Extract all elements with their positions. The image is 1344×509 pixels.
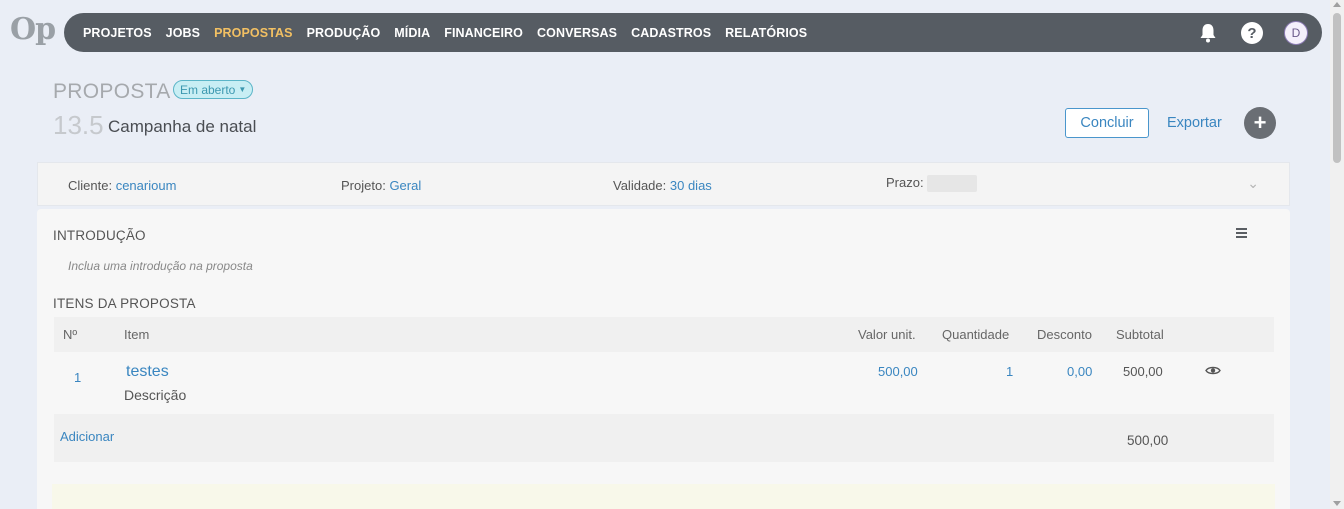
items-footer: Adicionar 500,00 (54, 414, 1274, 462)
help-icon-wrapper[interactable]: ? (1240, 21, 1264, 45)
top-navbar: PROJETOS JOBS PROPOSTAS PRODUÇÃO MÍDIA F… (64, 13, 1322, 52)
avatar: D (1284, 21, 1308, 45)
scroll-thumb[interactable] (1333, 13, 1341, 163)
projeto-field: Projeto: Geral (341, 178, 421, 193)
plus-icon: + (1253, 110, 1267, 135)
items-total: 500,00 (1127, 433, 1169, 448)
expand-chevron-icon[interactable]: ⌄ (1247, 175, 1259, 192)
projeto-link[interactable]: Geral (389, 178, 421, 193)
app-logo[interactable]: Op (10, 12, 56, 47)
concluir-button[interactable]: Concluir (1065, 108, 1149, 138)
add-item-link[interactable]: Adicionar (60, 429, 114, 444)
status-badge[interactable]: Em aberto ▼ (173, 80, 254, 99)
col-quantidade: Quantidade (942, 327, 1010, 342)
item-subtotal: 500,00 (1123, 364, 1163, 379)
proposal-card: INTRODUÇÃO Inclua uma introdução na prop… (37, 209, 1290, 509)
bell-icon[interactable] (1196, 21, 1220, 45)
col-desconto: Desconto (1037, 327, 1092, 342)
col-num: Nº (63, 327, 78, 342)
nav-item-cadastros[interactable]: CADASTROS (631, 26, 711, 40)
nav-item-producao[interactable]: PRODUÇÃO (307, 26, 381, 40)
prazo-field: Prazo: (886, 175, 978, 193)
col-item: Item (124, 327, 150, 342)
chevron-down-icon: ▼ (238, 85, 247, 94)
cliente-label: Cliente: (68, 178, 113, 193)
nav-right-actions: ? D (1176, 21, 1308, 45)
menu-icon[interactable] (1236, 228, 1250, 242)
page-title[interactable]: Campanha de natal (108, 117, 256, 137)
col-subtotal: Subtotal (1116, 327, 1164, 342)
nav-item-propostas[interactable]: PROPOSTAS (214, 26, 292, 40)
cliente-link[interactable]: cenarioum (116, 178, 177, 193)
add-button[interactable]: + (1244, 107, 1276, 139)
item-name[interactable]: testes (126, 363, 169, 381)
proposal-info-bar: Cliente: cenarioum Projeto: Geral Valida… (37, 162, 1290, 206)
validade-link[interactable]: 30 dias (670, 178, 712, 193)
validade-label: Validade: (613, 178, 667, 193)
table-row: 1 testes Descrição 500,00 1 0,00 500,00 (54, 352, 1274, 414)
exportar-button[interactable]: Exportar (1167, 115, 1222, 131)
scroll-down-icon[interactable] (1333, 501, 1341, 506)
intro-editor[interactable]: Inclua uma introdução na proposta (68, 259, 253, 273)
item-desconto[interactable]: 0,00 (1067, 364, 1092, 379)
intro-title: INTRODUÇÃO (53, 228, 146, 243)
projeto-label: Projeto: (341, 178, 386, 193)
proposal-number: 13.5 (53, 110, 104, 140)
item-quantidade[interactable]: 1 (1006, 364, 1013, 379)
col-valor: Valor unit. (858, 327, 916, 342)
prazo-input[interactable] (927, 175, 978, 193)
row-num: 1 (74, 370, 82, 385)
help-icon: ? (1241, 22, 1263, 44)
status-label: Em aberto (180, 82, 236, 97)
validade-field: Validade: 30 dias (613, 178, 712, 193)
nav-item-relatorios[interactable]: RELATÓRIOS (725, 26, 807, 40)
eye-icon[interactable] (1205, 364, 1221, 379)
nav-item-jobs[interactable]: JOBS (166, 26, 200, 40)
note-area[interactable] (52, 484, 1275, 509)
items-table-header: Nº Item Valor unit. Quantidade Desconto … (54, 317, 1274, 352)
scroll-up-icon[interactable] (1333, 2, 1341, 7)
cliente-field: Cliente: cenarioum (68, 178, 176, 193)
item-valor[interactable]: 500,00 (878, 364, 918, 379)
nav-item-financeiro[interactable]: FINANCEIRO (444, 26, 523, 40)
nav-item-midia[interactable]: MÍDIA (394, 26, 430, 40)
scrollbar[interactable] (1330, 0, 1344, 509)
nav-item-projetos[interactable]: PROJETOS (83, 26, 152, 40)
item-description[interactable]: Descrição (124, 387, 186, 403)
prazo-label: Prazo: (886, 175, 924, 190)
nav-item-conversas[interactable]: CONVERSAS (537, 26, 617, 40)
avatar-wrapper[interactable]: D (1284, 21, 1308, 45)
items-title: ITENS DA PROPOSTA (53, 296, 196, 311)
page-label: PROPOSTA (53, 80, 171, 103)
